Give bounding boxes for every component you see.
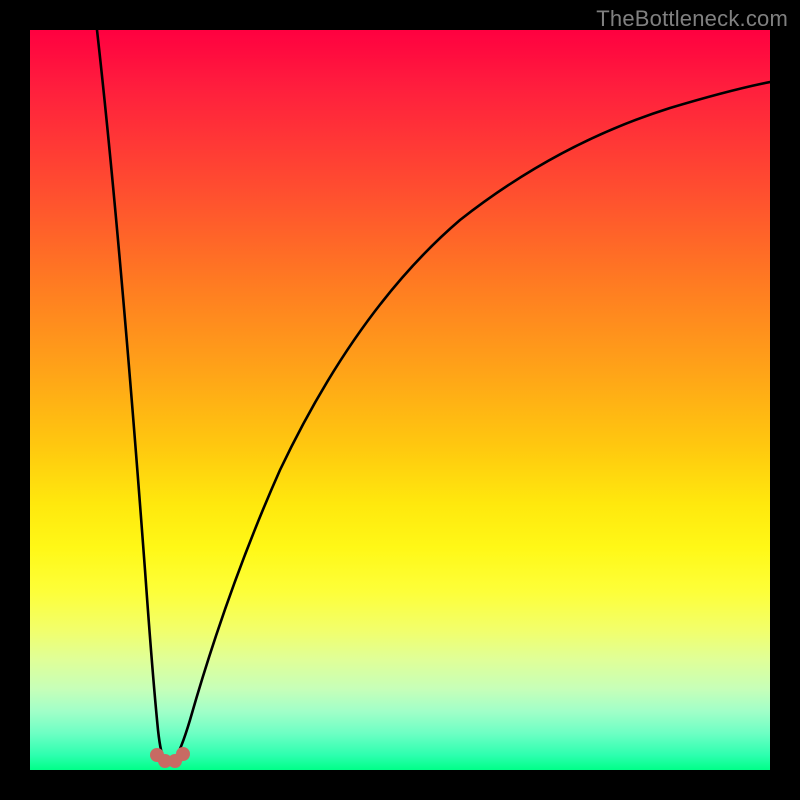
- marker-dots: [150, 747, 190, 768]
- chart-frame: TheBottleneck.com: [0, 0, 800, 800]
- plot-area: [30, 30, 770, 770]
- marker-dot: [176, 747, 190, 761]
- bottleneck-curve: [97, 30, 770, 762]
- curve-layer: [30, 30, 770, 770]
- watermark-text: TheBottleneck.com: [596, 6, 788, 32]
